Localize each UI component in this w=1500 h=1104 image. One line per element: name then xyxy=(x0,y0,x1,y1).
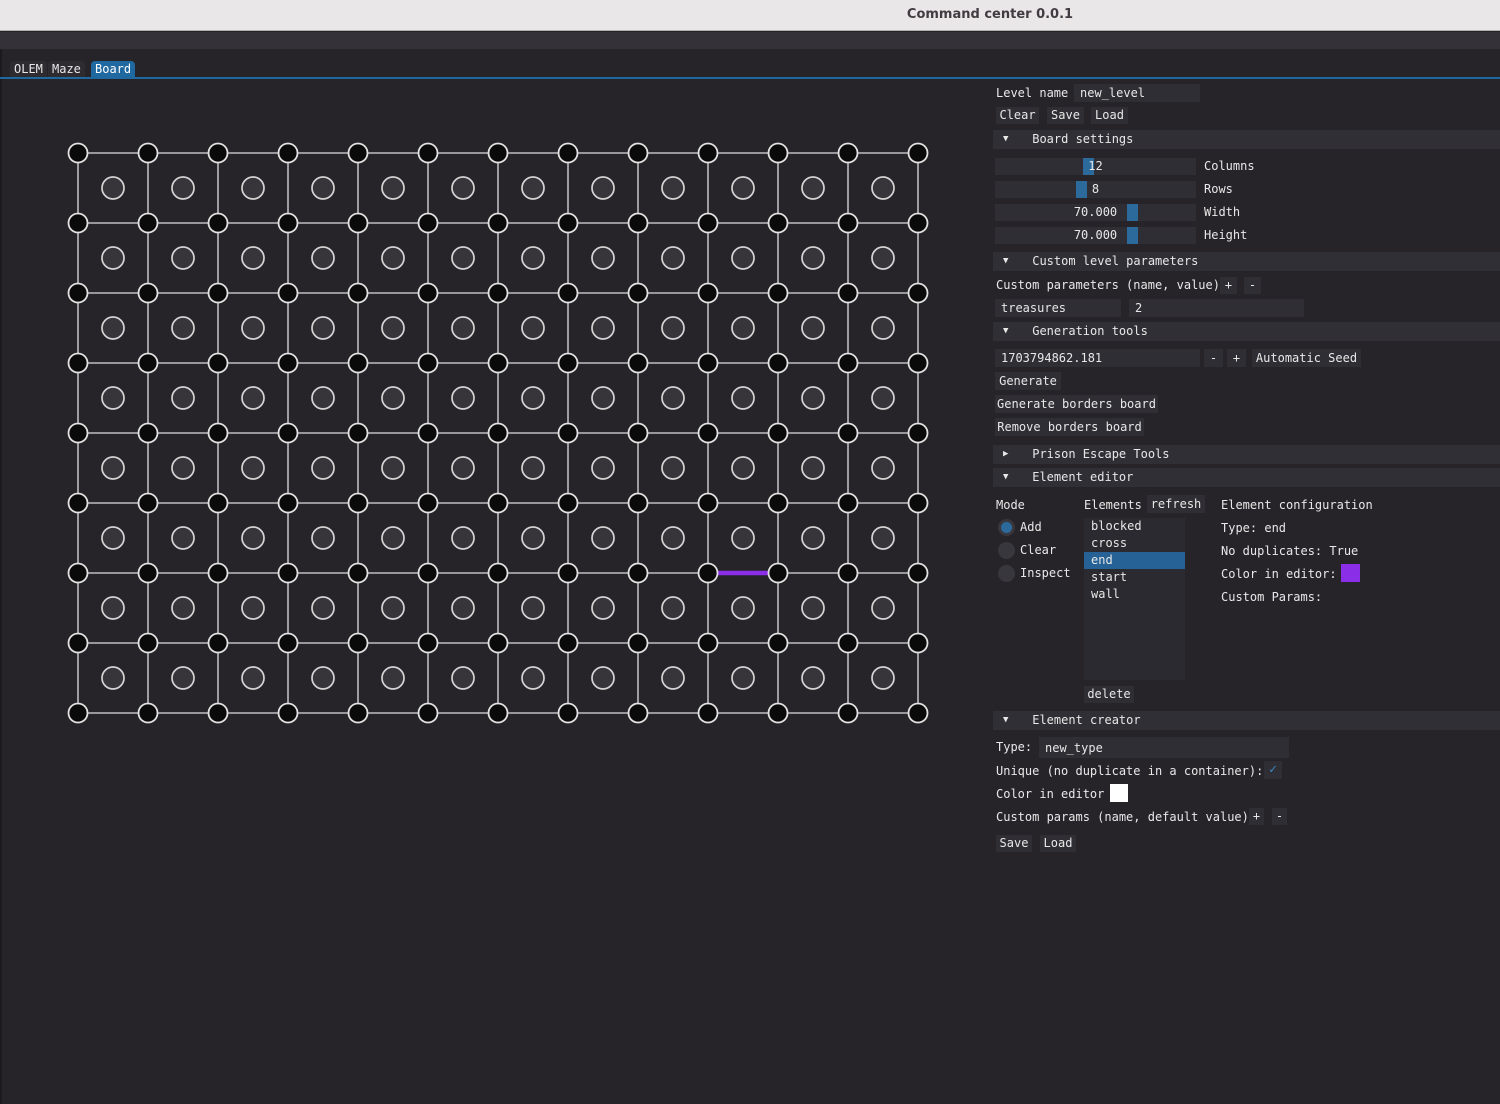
element-custom-params-line: Custom Params: xyxy=(1221,589,1322,606)
mode-label: Mode xyxy=(996,497,1025,514)
mode-clear-label[interactable]: Clear xyxy=(1020,542,1056,559)
tab-olem[interactable]: OLEM xyxy=(10,61,47,77)
seed-increment-button[interactable]: + xyxy=(1227,349,1246,367)
board-settings-header[interactable]: ▼ Board settings xyxy=(993,130,1500,149)
collapse-arrow-icon: ▼ xyxy=(1003,468,1015,487)
creator-remove-param-button[interactable]: - xyxy=(1272,808,1287,825)
element-color-label: Color in editor: xyxy=(1221,566,1337,583)
collapse-arrow-icon: ▼ xyxy=(1003,711,1015,730)
height-slider[interactable]: 70.000 xyxy=(995,227,1196,244)
rows-slider-label: Rows xyxy=(1204,181,1233,198)
custom-params-label: Custom parameters (name, value) xyxy=(996,277,1220,294)
remove-borders-button[interactable]: Remove borders board xyxy=(995,418,1144,436)
side-panel: Level name Clear Save Load ▼ Board setti… xyxy=(993,0,1500,1104)
tab-maze[interactable]: Maze xyxy=(48,61,85,77)
mode-add-radio[interactable] xyxy=(998,519,1015,536)
remove-param-button[interactable]: - xyxy=(1244,277,1261,294)
collapse-arrow-icon: ▼ xyxy=(1003,322,1015,341)
element-editor-header[interactable]: ▼ Element editor xyxy=(993,468,1500,487)
expand-arrow-icon: ▶ xyxy=(1003,445,1015,464)
creator-save-button[interactable]: Save xyxy=(996,835,1032,852)
elements-label: Elements xyxy=(1084,497,1142,514)
creator-unique-checkbox[interactable]: ✓ xyxy=(1264,761,1282,779)
tab-board[interactable]: Board xyxy=(91,61,135,77)
generation-tools-header[interactable]: ▼ Generation tools xyxy=(993,322,1500,341)
element-item-blocked[interactable]: blocked xyxy=(1084,518,1185,535)
creator-unique-label: Unique (no duplicate in a container): xyxy=(996,763,1263,780)
prison-escape-tools-header[interactable]: ▶ Prison Escape Tools xyxy=(993,445,1500,464)
rows-slider[interactable]: 8 xyxy=(995,181,1196,198)
creator-color-swatch[interactable] xyxy=(1110,784,1128,802)
element-item-cross[interactable]: cross xyxy=(1084,535,1185,552)
columns-slider-label: Columns xyxy=(1204,158,1255,175)
delete-element-button[interactable]: delete xyxy=(1084,686,1134,703)
custom-level-params-header[interactable]: ▼ Custom level parameters xyxy=(993,252,1500,271)
mode-inspect-radio[interactable] xyxy=(998,565,1015,582)
creator-add-param-button[interactable]: + xyxy=(1249,808,1264,825)
element-creator-header[interactable]: ▼ Element creator xyxy=(993,711,1500,730)
param-name-input[interactable] xyxy=(995,299,1121,317)
element-item-end[interactable]: end xyxy=(1084,552,1185,569)
creator-load-button[interactable]: Load xyxy=(1040,835,1076,852)
element-configuration-title: Element configuration xyxy=(1221,497,1373,514)
mode-inspect-label[interactable]: Inspect xyxy=(1020,565,1071,582)
creator-type-input[interactable] xyxy=(1039,737,1289,758)
height-slider-label: Height xyxy=(1204,227,1247,244)
elements-listbox[interactable]: blocked cross end start wall xyxy=(1084,518,1185,680)
element-item-start[interactable]: start xyxy=(1084,569,1185,586)
generate-borders-button[interactable]: Generate borders board xyxy=(995,395,1158,413)
clear-level-button[interactable]: Clear xyxy=(996,107,1039,124)
element-item-wall[interactable]: wall xyxy=(1084,586,1185,603)
width-slider-label: Width xyxy=(1204,204,1240,221)
board-canvas[interactable] xyxy=(0,0,960,745)
columns-slider[interactable]: 12 xyxy=(995,158,1196,175)
element-color-swatch[interactable] xyxy=(1341,564,1360,582)
level-name-input[interactable] xyxy=(1074,84,1200,102)
mode-clear-radio[interactable] xyxy=(998,542,1015,559)
creator-color-label: Color in editor xyxy=(996,786,1104,803)
generate-button[interactable]: Generate xyxy=(995,372,1061,390)
collapse-arrow-icon: ▼ xyxy=(1003,252,1015,271)
collapse-arrow-icon: ▼ xyxy=(1003,130,1015,149)
load-level-button[interactable]: Load xyxy=(1091,107,1128,124)
refresh-elements-button[interactable]: refresh xyxy=(1147,495,1205,513)
param-value-input[interactable] xyxy=(1129,299,1304,317)
element-type-line: Type: end xyxy=(1221,520,1286,537)
mode-add-label[interactable]: Add xyxy=(1020,519,1042,536)
creator-custom-params-label: Custom params (name, default value) xyxy=(996,809,1249,826)
automatic-seed-button[interactable]: Automatic Seed xyxy=(1252,349,1361,367)
save-level-button[interactable]: Save xyxy=(1047,107,1084,124)
level-name-label: Level name xyxy=(996,85,1068,102)
add-param-button[interactable]: + xyxy=(1220,277,1237,294)
element-no-duplicates-line: No duplicates: True xyxy=(1221,543,1358,560)
width-slider[interactable]: 70.000 xyxy=(995,204,1196,221)
seed-decrement-button[interactable]: - xyxy=(1204,349,1223,367)
seed-input[interactable] xyxy=(995,349,1200,367)
creator-type-label: Type: xyxy=(996,739,1032,756)
